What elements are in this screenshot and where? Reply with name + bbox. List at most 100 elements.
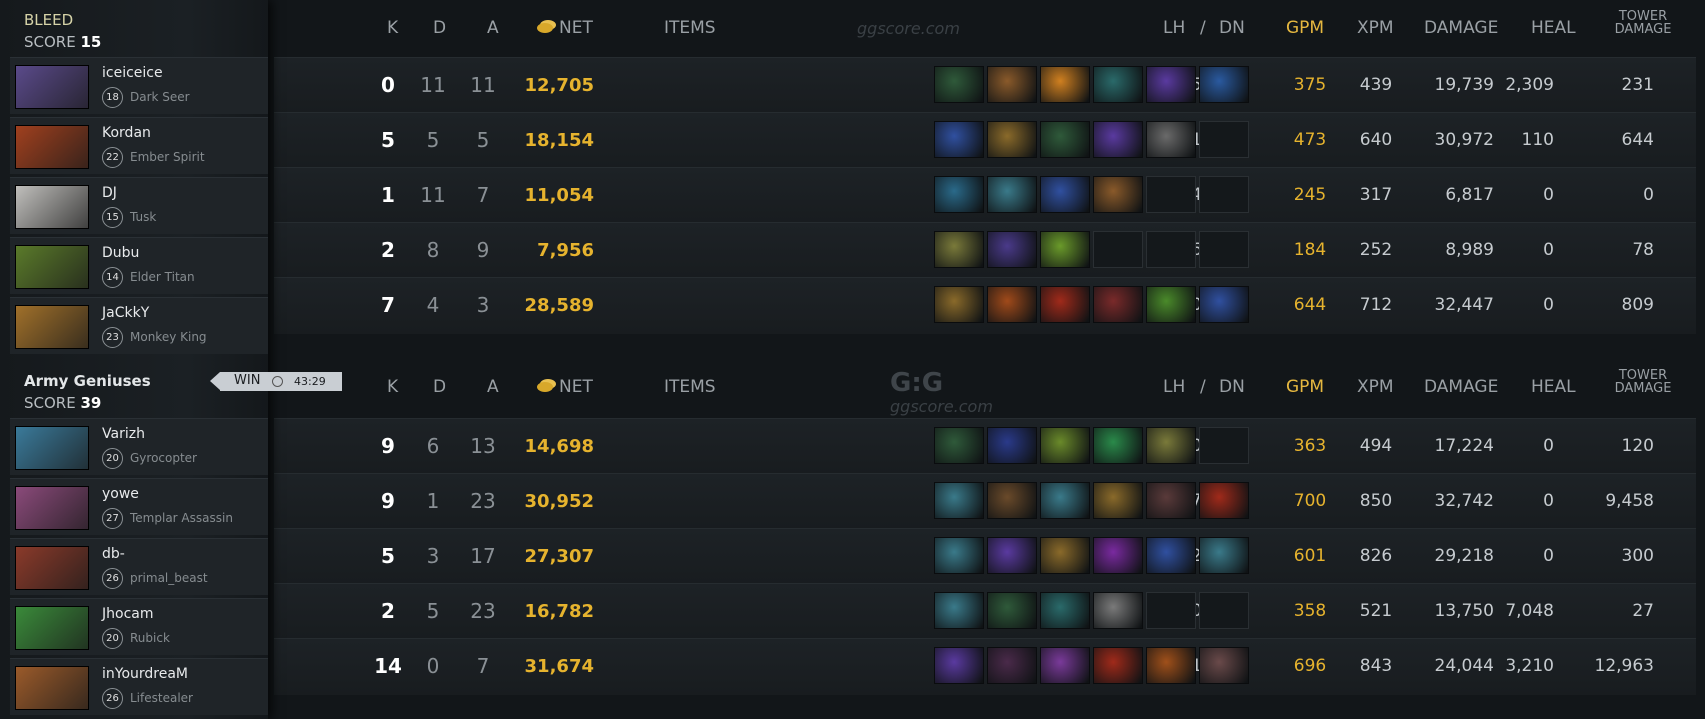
player-stats-row: 0111112,70537543919,7392,309231225/4	[274, 57, 1696, 114]
item-icon[interactable]	[1146, 66, 1196, 103]
tower-damage-value: 12,963	[1594, 656, 1654, 676]
col-xpm-header: XPM	[1357, 377, 1394, 397]
col-heal-header: HEAL	[1531, 377, 1576, 397]
item-icon[interactable]	[1093, 592, 1143, 629]
hero-name: Elder Titan	[130, 270, 195, 284]
item-icon[interactable]	[1093, 176, 1143, 213]
item-icon[interactable]	[1093, 647, 1143, 684]
item-icon[interactable]	[1093, 427, 1143, 464]
hero-level-badge: 20	[102, 448, 123, 469]
item-icon[interactable]	[1040, 176, 1090, 213]
item-icon[interactable]	[987, 231, 1037, 268]
team-sidebar: BLEED SCORE 15 iceiceice 18 Dark Seer Korda…	[0, 0, 268, 719]
tower-damage-value: 231	[1621, 75, 1654, 95]
item-slots	[934, 121, 1252, 159]
item-icon[interactable]	[1199, 286, 1249, 323]
player-name[interactable]: JaCkkY	[102, 305, 149, 321]
item-icon[interactable]	[1146, 427, 1196, 464]
col-items-header: ITEMS	[664, 18, 716, 38]
player-card[interactable]: Varizh 20 Gyrocopter	[10, 418, 268, 475]
item-icon[interactable]	[1040, 66, 1090, 103]
item-icon[interactable]	[987, 482, 1037, 519]
item-icon[interactable]	[934, 286, 984, 323]
item-icon[interactable]	[987, 592, 1037, 629]
deaths-value: 1	[426, 489, 440, 513]
item-icon[interactable]	[987, 286, 1037, 323]
player-stats-row: 111711,0542453176,8170084/2	[274, 167, 1696, 224]
kills-value: 0	[381, 73, 395, 97]
player-name[interactable]: Dubu	[102, 245, 139, 261]
item-icon[interactable]	[1040, 427, 1090, 464]
gpm-value: 700	[1293, 491, 1327, 511]
item-icon[interactable]	[1146, 647, 1196, 684]
item-slots	[934, 537, 1252, 575]
player-card[interactable]: Jhocam 20 Rubick	[10, 598, 268, 655]
item-icon[interactable]	[1146, 482, 1196, 519]
gpm-value: 245	[1293, 185, 1327, 205]
item-icon[interactable]	[1093, 537, 1143, 574]
item-slots	[934, 176, 1252, 214]
item-icon[interactable]	[1146, 286, 1196, 323]
player-name[interactable]: yowe	[102, 486, 139, 502]
col-a-header: A	[487, 18, 499, 38]
player-card[interactable]: Dubu 14 Elder Titan	[10, 237, 268, 294]
player-card[interactable]: Kordan 22 Ember Spirit	[10, 117, 268, 174]
player-card[interactable]: yowe 27 Templar Assassin	[10, 478, 268, 535]
item-icon[interactable]	[1199, 647, 1249, 684]
player-stats-row: 55518,15447364030,972110644241/13	[274, 112, 1696, 169]
player-name[interactable]: Varizh	[102, 426, 145, 442]
item-icon[interactable]	[934, 537, 984, 574]
hero-portrait	[15, 666, 89, 710]
item-icon[interactable]	[987, 537, 1037, 574]
player-name[interactable]: DJ	[102, 185, 117, 201]
item-icon[interactable]	[1040, 121, 1090, 158]
player-name[interactable]: db-	[102, 546, 125, 562]
ggscore-watermark: ggscore.com	[857, 19, 960, 38]
item-icon[interactable]	[1199, 482, 1249, 519]
player-name[interactable]: iceiceice	[102, 65, 163, 81]
item-icon[interactable]	[987, 647, 1037, 684]
item-icon[interactable]	[934, 647, 984, 684]
hero-level-badge: 23	[102, 327, 123, 348]
item-icon[interactable]	[934, 592, 984, 629]
item-icon[interactable]	[1040, 592, 1090, 629]
player-card[interactable]: JaCkkY 23 Monkey King	[10, 297, 268, 354]
player-name[interactable]: Jhocam	[102, 606, 153, 622]
item-icon[interactable]	[1040, 647, 1090, 684]
item-icon[interactable]	[1146, 121, 1196, 158]
hero-portrait	[15, 305, 89, 349]
player-card[interactable]: iceiceice 18 Dark Seer	[10, 57, 268, 114]
item-icon[interactable]	[1093, 66, 1143, 103]
item-icon[interactable]	[987, 66, 1037, 103]
item-icon[interactable]	[987, 121, 1037, 158]
item-icon[interactable]	[1040, 286, 1090, 323]
item-icon[interactable]	[1093, 482, 1143, 519]
item-icon[interactable]	[1040, 482, 1090, 519]
hero-portrait	[15, 486, 89, 530]
player-card[interactable]: inYourdreaM 26 Lifestealer	[10, 658, 268, 715]
item-icon[interactable]	[987, 176, 1037, 213]
item-icon[interactable]	[1093, 121, 1143, 158]
item-icon[interactable]	[1199, 66, 1249, 103]
kills-value: 1	[381, 183, 395, 207]
item-icon[interactable]	[987, 427, 1037, 464]
item-icon[interactable]	[1199, 537, 1249, 574]
item-icon[interactable]	[1040, 231, 1090, 268]
player-stats-row: 2897,9561842528,98907816/0	[274, 222, 1696, 279]
gpm-value: 363	[1293, 436, 1327, 456]
item-icon[interactable]	[934, 231, 984, 268]
player-name[interactable]: Kordan	[102, 125, 151, 141]
item-icon[interactable]	[934, 482, 984, 519]
deaths-value: 11	[420, 183, 446, 207]
player-card[interactable]: db- 26 primal_beast	[10, 538, 268, 595]
item-icon[interactable]	[934, 121, 984, 158]
player-name[interactable]: inYourdreaM	[102, 666, 188, 682]
item-icon[interactable]	[1146, 537, 1196, 574]
item-icon[interactable]	[934, 66, 984, 103]
item-icon[interactable]	[1093, 286, 1143, 323]
item-icon[interactable]	[934, 176, 984, 213]
item-icon[interactable]	[934, 427, 984, 464]
item-icon[interactable]	[1040, 537, 1090, 574]
hero-level-badge: 20	[102, 628, 123, 649]
player-card[interactable]: DJ 15 Tusk	[10, 177, 268, 234]
